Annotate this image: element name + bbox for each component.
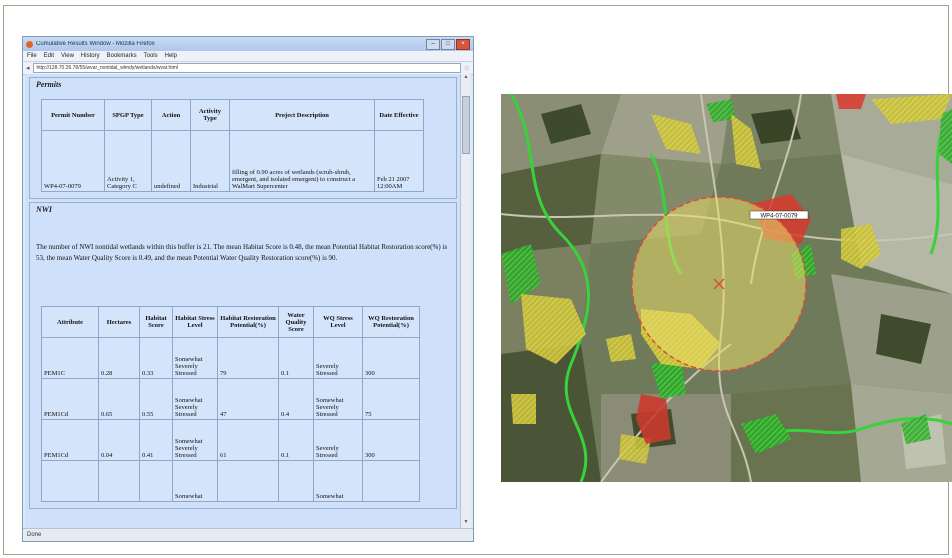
menu-tools[interactable]: Tools xyxy=(144,53,158,59)
maximize-button[interactable]: □ xyxy=(441,38,455,50)
habitat-score xyxy=(139,460,173,502)
back-icon[interactable]: ◂ xyxy=(26,64,30,72)
minimize-button[interactable]: – xyxy=(426,38,440,50)
menu-file[interactable]: File xyxy=(27,53,37,59)
nwi-summary: The number of NWI nontidal wetlands with… xyxy=(36,243,448,262)
menu-bookmarks[interactable]: Bookmarks xyxy=(107,53,137,59)
date-effective: Feb 21 2007 12:00AM xyxy=(374,130,424,192)
attribute: PEM1Cd xyxy=(41,378,99,420)
menu-edit[interactable]: Edit xyxy=(44,53,54,59)
hectares: 0.65 xyxy=(98,378,140,420)
nwi-legend: NWI xyxy=(36,205,53,214)
permits-legend: Permits xyxy=(36,80,62,89)
habitat-score: 0.33 xyxy=(139,337,173,379)
wq-score: 0.1 xyxy=(278,419,314,461)
menu-bar: File Edit View History Bookmarks Tools H… xyxy=(23,51,473,62)
vertical-scrollbar[interactable]: ▲ ▼ xyxy=(460,74,471,529)
habitat-restoration: 47 xyxy=(217,378,279,420)
wq-restoration: 75 xyxy=(362,378,420,420)
habitat-stress: Somewhat Severely Stressed xyxy=(172,419,218,461)
site-label-text: WP4-07-0079 xyxy=(760,214,798,220)
col-attribute: Attribute xyxy=(41,306,99,338)
col-project-description: Project Description xyxy=(229,99,375,131)
habitat-stress: Somewhat xyxy=(172,460,218,502)
table-row: Somewhat Somewhat xyxy=(41,460,420,502)
habitat-restoration xyxy=(217,460,279,502)
col-permit-number: Permit Number xyxy=(41,99,105,131)
map-svg: WP4-07-0079 xyxy=(501,94,952,482)
project-description: filling of 0.90 acres of wetlands (scrub… xyxy=(229,130,375,192)
nwi-header-row: Attribute Hectares Habitat Score Habitat… xyxy=(41,306,420,338)
hectares xyxy=(98,460,140,502)
bookmark-star-icon[interactable]: ☆ xyxy=(464,64,470,72)
browser-window: Cumulative Results Window - Mozilla Fire… xyxy=(22,36,474,542)
habitat-restoration: 79 xyxy=(217,337,279,379)
hectares: 0.28 xyxy=(98,337,140,379)
permits-header-row: Permit Number SPGP Type Action Activity … xyxy=(41,99,424,131)
habitat-restoration: 61 xyxy=(217,419,279,461)
permits-section: Permits Permit Number SPGP Type Action A… xyxy=(29,77,457,199)
page-content: Permits Permit Number SPGP Type Action A… xyxy=(25,74,461,529)
col-activity-type: Activity Type xyxy=(190,99,230,131)
habitat-stress: Somewhat Severely Stressed xyxy=(172,378,218,420)
table-row: PEM1Cd 0.65 0.55 Somewhat Severely Stres… xyxy=(41,378,420,420)
table-row: WP4-07-0079 Activity 1, Category C undef… xyxy=(41,130,424,192)
action: undefined xyxy=(151,130,191,192)
col-wq-stress: WQ Stress Level xyxy=(313,306,363,338)
col-spgp-type: SPGP Type xyxy=(104,99,152,131)
close-button[interactable]: × xyxy=(456,38,470,50)
attribute xyxy=(41,460,99,502)
scroll-down-icon[interactable]: ▼ xyxy=(462,520,470,528)
aerial-map[interactable]: WP4-07-0079 xyxy=(501,94,952,482)
activity-type: Industrial xyxy=(190,130,230,192)
wq-stress: Somewhat Severely Stressed xyxy=(313,378,363,420)
col-hectares: Hectares xyxy=(98,306,140,338)
url-field[interactable]: http://128.70.26.78/55/wvar_nontidal_wlm… xyxy=(32,63,461,73)
scroll-thumb[interactable] xyxy=(462,96,470,154)
site-label: WP4-07-0079 xyxy=(749,210,809,220)
menu-history[interactable]: History xyxy=(81,53,100,59)
nwi-table: Attribute Hectares Habitat Score Habitat… xyxy=(41,306,420,502)
col-action: Action xyxy=(151,99,191,131)
spgp-type: Activity 1, Category C xyxy=(104,130,152,192)
title-bar: Cumulative Results Window - Mozilla Fire… xyxy=(23,37,473,51)
attribute: PEM1Cd xyxy=(41,419,99,461)
firefox-icon xyxy=(26,40,33,48)
menu-help[interactable]: Help xyxy=(165,53,177,59)
wq-stress: Severely Stressed xyxy=(313,419,363,461)
menu-view[interactable]: View xyxy=(61,53,74,59)
table-row: PEM1C 0.28 0.33 Somewhat Severely Stress… xyxy=(41,337,420,379)
table-row: PEM1Cd 0.04 0.41 Somewhat Severely Stres… xyxy=(41,419,420,461)
wq-stress: Somewhat xyxy=(313,460,363,502)
wq-restoration: 300 xyxy=(362,419,420,461)
col-water-quality-score: Water Quality Score xyxy=(278,306,314,338)
col-habitat-stress: Habitat Stress Level xyxy=(172,306,218,338)
wq-restoration: 300 xyxy=(362,337,420,379)
col-wq-restoration: WQ Restoration Potential(%) xyxy=(362,306,420,338)
wq-score: 0.4 xyxy=(278,378,314,420)
col-habitat-restoration: Habitat Restoration Potential(%) xyxy=(217,306,279,338)
permit-number: WP4-07-0079 xyxy=(41,130,105,192)
nwi-section: NWI The number of NWI nontidal wetlands … xyxy=(29,202,457,509)
scroll-up-icon[interactable]: ▲ xyxy=(462,75,470,83)
wq-restoration xyxy=(362,460,420,502)
wq-score: 0.1 xyxy=(278,337,314,379)
wq-score xyxy=(278,460,314,502)
attribute: PEM1C xyxy=(41,337,99,379)
habitat-score: 0.41 xyxy=(139,419,173,461)
habitat-stress: Somewhat Severely Stressed xyxy=(172,337,218,379)
habitat-score: 0.55 xyxy=(139,378,173,420)
hectares: 0.04 xyxy=(98,419,140,461)
permits-table: Permit Number SPGP Type Action Activity … xyxy=(41,99,424,192)
status-bar: Done xyxy=(23,528,473,541)
col-habitat-score: Habitat Score xyxy=(139,306,173,338)
col-date-effective: Date Effective xyxy=(374,99,424,131)
window-title: Cumulative Results Window - Mozilla Fire… xyxy=(36,41,155,47)
wq-stress: Severely Stressed xyxy=(313,337,363,379)
